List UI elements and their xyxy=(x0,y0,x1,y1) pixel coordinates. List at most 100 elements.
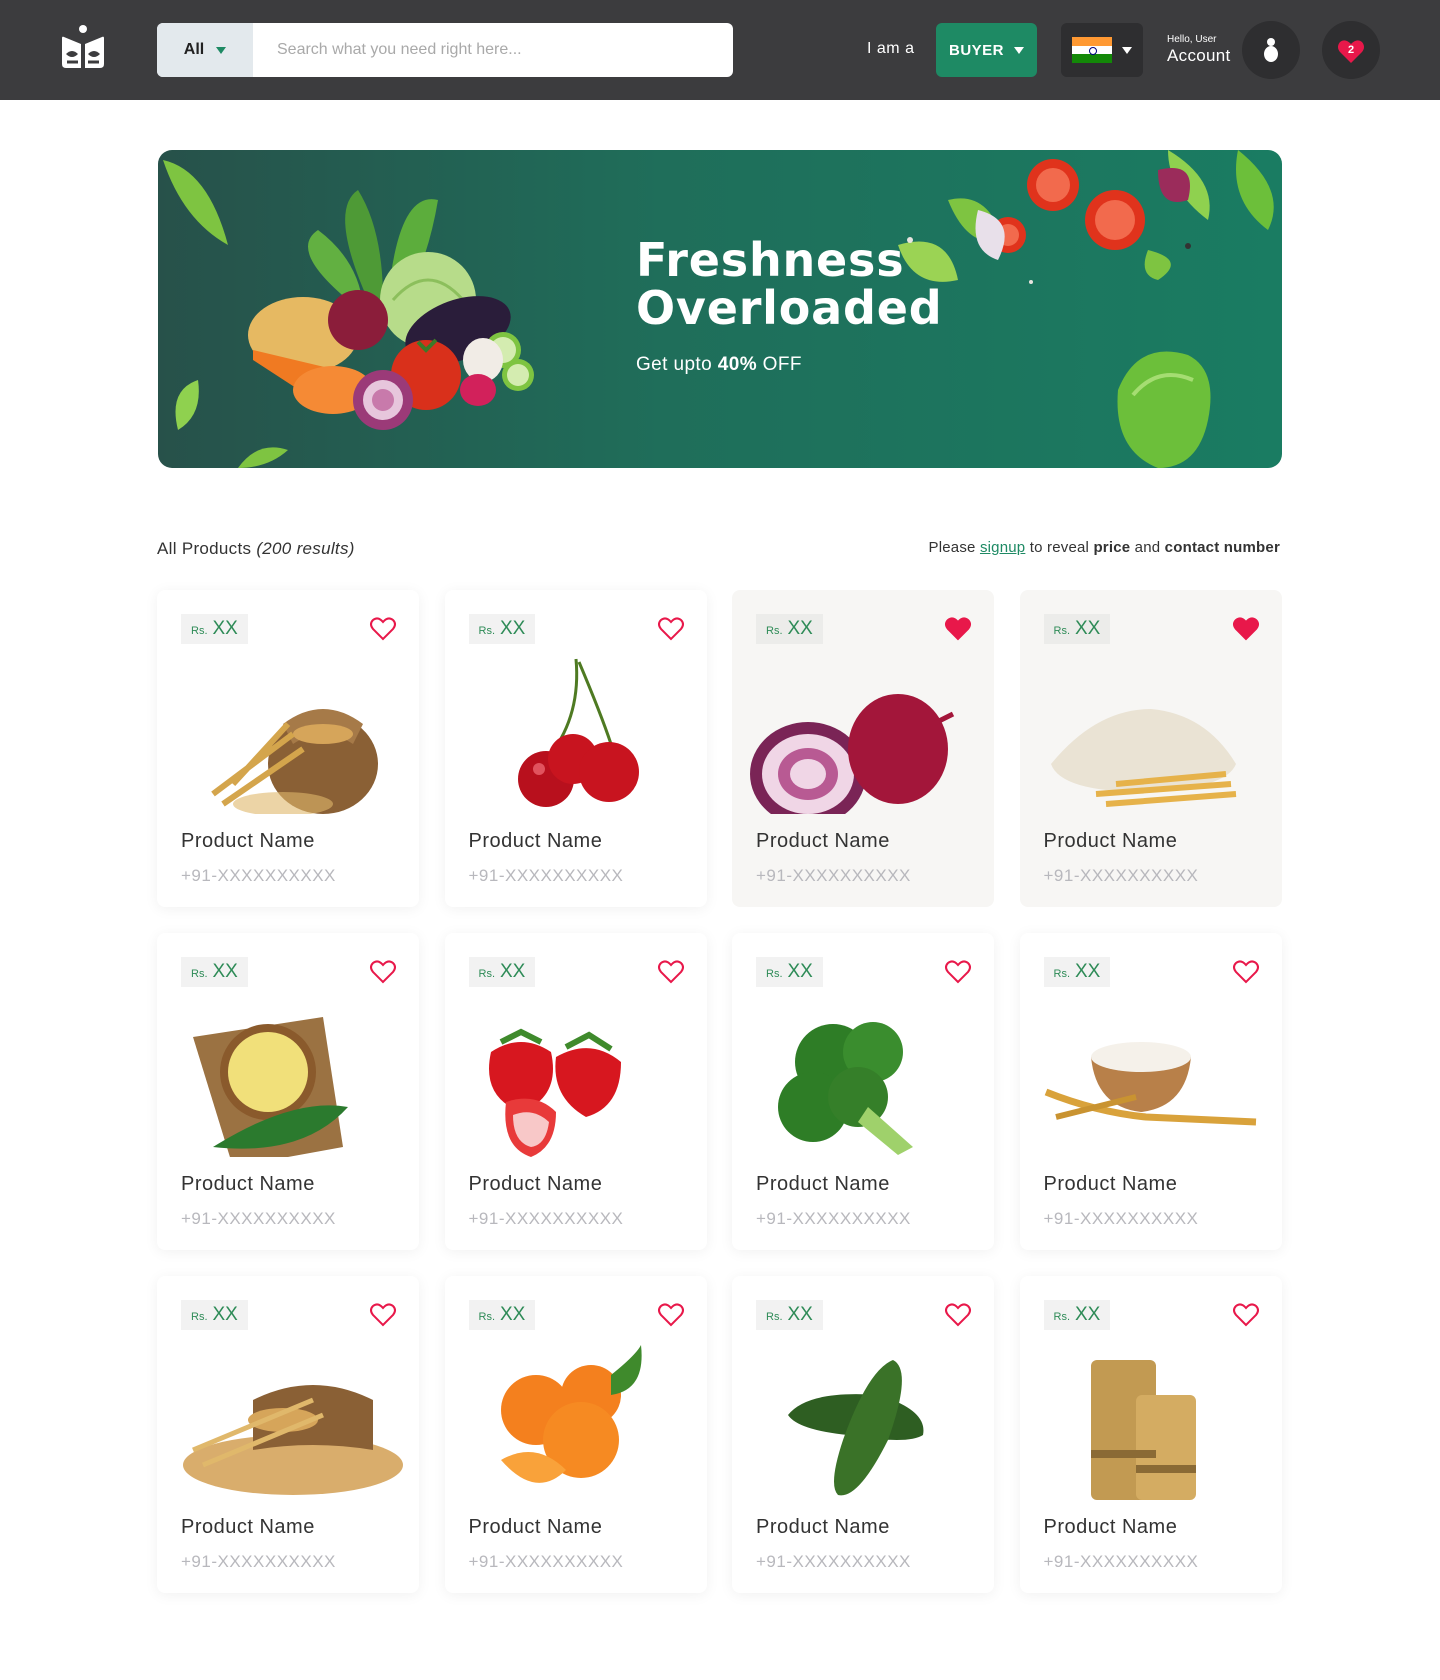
product-name: Product Name xyxy=(1043,1173,1178,1195)
user-profile-button[interactable] xyxy=(1242,21,1300,79)
price-tag: Rs. XX xyxy=(1043,1300,1111,1330)
search-category-label: All xyxy=(183,41,205,58)
search-category-dropdown[interactable]: All xyxy=(157,23,253,77)
product-image-cornmeal-bowl xyxy=(193,1017,348,1157)
currency-label: Rs. xyxy=(1053,1311,1071,1323)
product-card[interactable]: Rs. XX Product Name +91-XXXXXXXXXX xyxy=(157,1276,419,1593)
country-selector[interactable] xyxy=(1061,23,1143,77)
product-image-cucumbers xyxy=(788,1360,924,1496)
product-card[interactable]: Rs. XX Product Name +91-XXXXXXXXXX xyxy=(157,590,419,907)
signup-link[interactable]: signup xyxy=(980,539,1025,556)
heart-icon[interactable] xyxy=(1232,616,1260,642)
product-name: Product Name xyxy=(1043,830,1178,852)
product-card[interactable]: Rs. XX Product Name +91-XXXXXXXXXX xyxy=(1019,590,1282,907)
product-phone: +91-XXXXXXXXXX xyxy=(468,1552,624,1571)
price-tag: Rs. XX xyxy=(181,957,248,987)
account-label: Account xyxy=(1167,46,1231,65)
price-value: XX xyxy=(1075,961,1101,982)
wishlist-count-badge: 2 xyxy=(1347,44,1355,56)
role-dropdown[interactable]: BUYER xyxy=(936,23,1037,77)
product-phone: +91-XXXXXXXXXX xyxy=(756,866,911,885)
price-value: XX xyxy=(787,1304,813,1325)
heart-icon[interactable] xyxy=(369,616,397,642)
price-value: XX xyxy=(1075,618,1101,639)
price-tag: Rs. XX xyxy=(756,614,823,644)
product-name: Product Name xyxy=(181,830,315,852)
product-phone: +91-XXXXXXXXXX xyxy=(1043,866,1199,885)
heart-icon[interactable] xyxy=(657,1302,685,1328)
product-name: Product Name xyxy=(181,1173,315,1195)
currency-label: Rs. xyxy=(478,625,496,637)
role-label: BUYER xyxy=(948,41,1004,59)
top-navbar: All I am a BUYER Hello, User Account 2 xyxy=(0,0,1440,100)
price-value: XX xyxy=(787,961,813,982)
currency-label: Rs. xyxy=(478,1311,496,1323)
price-value: XX xyxy=(787,618,813,639)
currency-label: Rs. xyxy=(766,625,783,637)
search-input[interactable] xyxy=(253,23,733,77)
product-name: Product Name xyxy=(756,830,890,852)
product-name: Product Name xyxy=(181,1516,315,1538)
product-card[interactable]: Rs. XX Product Name +91-XXXXXXXXXX xyxy=(444,933,707,1250)
search-bar: All xyxy=(157,23,733,77)
banner-sub-suffix: OFF xyxy=(757,354,802,375)
product-image-red-onion xyxy=(750,694,955,814)
greeting-text: Hello, User xyxy=(1167,34,1217,45)
product-image-wheat-bundles xyxy=(1090,1360,1196,1500)
product-card[interactable]: Rs. XX Product Name +91-XXXXXXXXXX xyxy=(732,933,994,1250)
banner-title-line2: Overloaded xyxy=(636,281,943,335)
heart-icon[interactable] xyxy=(944,616,972,642)
results-heading: All Products (200 results) xyxy=(157,539,355,559)
heart-icon[interactable] xyxy=(657,959,685,985)
product-card[interactable]: Rs. XX Product Name +91-XXXXXXXXXX xyxy=(732,590,994,907)
product-card[interactable]: Rs. XX Product Name +91-XXXXXXXXXX xyxy=(444,590,707,907)
heart-icon[interactable] xyxy=(369,959,397,985)
price-value: XX xyxy=(212,618,238,639)
chevron-down-icon xyxy=(216,46,227,54)
product-name: Product Name xyxy=(1043,1516,1178,1538)
price-value: XX xyxy=(212,1304,238,1325)
product-name: Product Name xyxy=(468,1173,603,1195)
banner-discount: 40% xyxy=(717,354,757,375)
heart-icon[interactable] xyxy=(657,616,685,642)
heart-icon[interactable] xyxy=(944,1302,972,1328)
product-name: Product Name xyxy=(468,830,603,852)
price-tag: Rs. XX xyxy=(468,614,536,644)
price-value: XX xyxy=(500,961,526,982)
wishlist-button[interactable]: 2 xyxy=(1322,21,1380,79)
product-card[interactable]: Rs. XX Product Name +91-XXXXXXXXXX xyxy=(157,933,419,1250)
heart-icon[interactable] xyxy=(1232,1302,1260,1328)
product-image-grain-sack xyxy=(183,1385,403,1495)
banner-title-line1: Freshness xyxy=(636,233,905,287)
heart-icon[interactable] xyxy=(369,1302,397,1328)
heart-icon[interactable] xyxy=(944,959,972,985)
product-phone: +91-XXXXXXXXXX xyxy=(756,1552,911,1571)
role-prompt-label: I am a xyxy=(867,40,915,57)
product-phone: +91-XXXXXXXXXX xyxy=(1043,1209,1199,1228)
banner-subtitle: Get upto 40% OFF xyxy=(636,354,802,376)
product-card[interactable]: Rs. XX Product Name +91-XXXXXXXXXX xyxy=(732,1276,994,1593)
notice-price: price xyxy=(1093,539,1131,556)
account-menu[interactable]: Hello, User Account xyxy=(1167,34,1231,66)
product-image-broccoli xyxy=(778,1022,913,1155)
product-phone: +91-XXXXXXXXXX xyxy=(468,1209,624,1228)
product-card[interactable]: Rs. XX Product Name +91-XXXXXXXXXX xyxy=(1019,1276,1282,1593)
product-image-wheat-sack xyxy=(211,709,378,814)
chevron-down-icon xyxy=(1014,46,1024,54)
notice-mid: to reveal xyxy=(1025,539,1094,556)
product-name: Product Name xyxy=(756,1173,890,1195)
currency-label: Rs. xyxy=(1053,968,1071,980)
currency-label: Rs. xyxy=(766,968,783,980)
price-tag: Rs. XX xyxy=(181,614,248,644)
product-name: Product Name xyxy=(468,1516,603,1538)
currency-label: Rs. xyxy=(191,625,208,637)
brand-logo-icon[interactable] xyxy=(58,24,108,74)
product-image-flour-heap xyxy=(1050,709,1236,807)
product-card[interactable]: Rs. XX Product Name +91-XXXXXXXXXX xyxy=(1019,933,1282,1250)
product-card[interactable]: Rs. XX Product Name +91-XXXXXXXXXX xyxy=(444,1276,707,1593)
currency-label: Rs. xyxy=(766,1311,783,1323)
signup-notice: Please signup to reveal price and contac… xyxy=(929,539,1280,556)
promo-banner[interactable]: Freshness Overloaded Get upto 40% OFF xyxy=(158,150,1282,468)
heart-icon[interactable] xyxy=(1232,959,1260,985)
price-value: XX xyxy=(500,618,526,639)
